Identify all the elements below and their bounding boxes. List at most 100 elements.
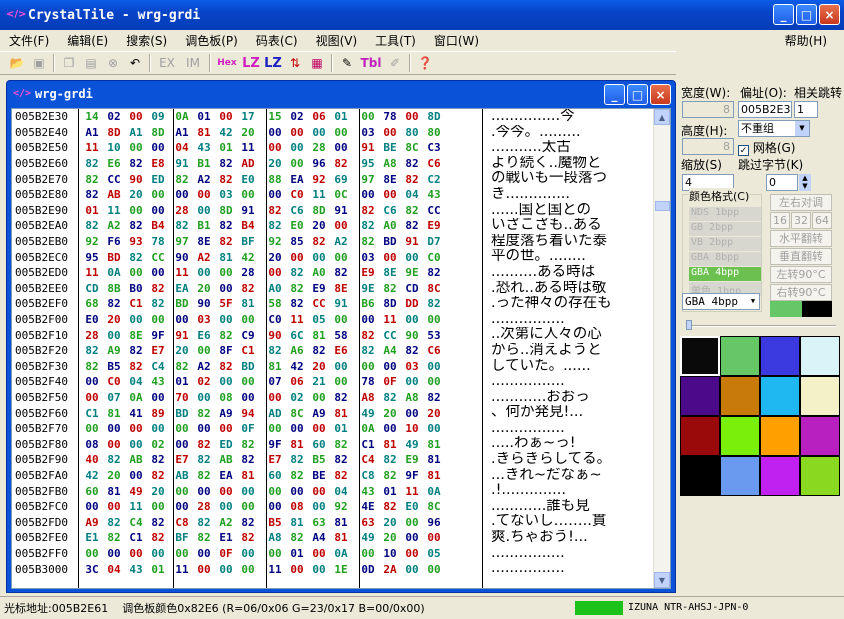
minimize-button[interactable]: _ [773,4,794,25]
hex-byte[interactable]: 00 [401,531,423,544]
hex-byte[interactable]: AD [237,157,259,170]
hex-byte[interactable]: 00 [193,422,215,435]
scroll-thumb[interactable] [655,201,670,211]
hex-byte[interactable]: C9 [237,329,259,342]
hex-byte[interactable]: C1 [81,407,103,420]
hex-byte[interactable]: 0A [171,110,193,123]
hex-byte[interactable]: C8 [171,516,193,529]
hex-byte[interactable]: C1 [357,438,379,451]
hex-byte[interactable]: 82 [264,219,286,232]
hex-byte[interactable]: 82 [193,438,215,451]
hex-byte[interactable]: 82 [147,297,169,310]
hex-byte[interactable]: 00 [264,188,286,201]
hex-byte[interactable]: 00 [125,313,147,326]
hex-byte[interactable]: 00 [125,422,147,435]
hex-byte[interactable]: 00 [215,266,237,279]
hex-byte[interactable]: 20 [308,219,330,232]
hex-byte[interactable]: 00 [103,329,125,342]
hex-byte[interactable]: 82 [147,453,169,466]
hex-byte[interactable]: 0C [330,188,352,201]
hex-byte[interactable]: 82 [215,235,237,248]
hex-byte[interactable]: A2 [193,173,215,186]
paste-icon[interactable]: ▤ [80,53,102,73]
hex-byte[interactable]: 15 [264,110,286,123]
hex-byte[interactable]: 41 [125,407,147,420]
hex-byte[interactable]: 00 [308,422,330,435]
hex-byte[interactable]: 03 [215,188,237,201]
hex-byte[interactable]: 01 [147,563,169,576]
hex-byte[interactable]: 82 [357,219,379,232]
hex-byte[interactable]: 00 [147,266,169,279]
hex-byte[interactable]: 00 [330,375,352,388]
hex-byte[interactable]: 82 [103,453,125,466]
hex-byte[interactable]: 00 [147,188,169,201]
hex-byte[interactable]: 78 [357,375,379,388]
hex-byte[interactable]: 09 [147,110,169,123]
hex-byte[interactable]: 82 [103,297,125,310]
hex-byte[interactable]: 00 [147,141,169,154]
hex-byte[interactable]: 5F [215,297,237,310]
hex-byte[interactable]: 82 [147,531,169,544]
hex-byte[interactable]: BD [103,251,125,264]
hex-byte[interactable]: 28 [171,204,193,217]
hex-byte[interactable]: 82 [401,157,423,170]
hex-byte[interactable]: A6 [286,344,308,357]
hex-byte[interactable]: 03 [357,126,379,139]
palette-swatch[interactable] [720,376,760,416]
hex-byte[interactable]: 60 [81,485,103,498]
hex-byte[interactable]: D7 [423,235,445,248]
palette-grid[interactable] [680,336,840,496]
hex-byte[interactable]: 82 [330,469,352,482]
hex-byte[interactable]: 82 [330,157,352,170]
hex-byte[interactable]: 00 [125,204,147,217]
vertical-scrollbar[interactable]: ▲ ▼ [653,109,670,588]
hex-byte[interactable]: 00 [215,422,237,435]
hex-byte[interactable]: C6 [423,344,445,357]
hex-byte[interactable]: 08 [81,438,103,451]
hex-byte[interactable]: 11 [171,563,193,576]
menu-edit[interactable]: 编辑(E) [58,32,117,49]
hex-byte[interactable]: 08 [286,500,308,513]
format-option-gb-2bpp[interactable]: GB 2bpp [689,222,761,236]
hex-byte[interactable]: 78 [147,235,169,248]
rotate-left-button[interactable]: 左转90°C [770,266,832,283]
hex-byte[interactable]: C4 [147,360,169,373]
hex-byte[interactable]: 04 [171,141,193,154]
hex-byte[interactable]: 82 [308,344,330,357]
hex-byte[interactable]: 81 [286,516,308,529]
hex-byte[interactable]: 00 [193,563,215,576]
hex-byte[interactable]: 00 [215,282,237,295]
format-option-vb-2bpp[interactable]: VB 2bpp [689,237,761,251]
hex-byte[interactable]: C6 [286,204,308,217]
hex-byte[interactable]: 00 [401,516,423,529]
hex-byte[interactable]: C6 [423,157,445,170]
pen-icon[interactable]: ✐ [384,53,406,73]
hex-byte[interactable]: 20 [264,157,286,170]
hex-byte[interactable]: 00 [308,500,330,513]
hex-byte[interactable]: 20 [147,485,169,498]
palette-swatch[interactable] [760,376,800,416]
hex-byte[interactable]: 00 [193,266,215,279]
hex-byte[interactable]: 11 [308,188,330,201]
hex-byte[interactable]: 81 [103,485,125,498]
hex-byte[interactable]: B4 [237,219,259,232]
hex-byte[interactable]: 42 [215,126,237,139]
hex-byte[interactable]: 0A [330,547,352,560]
palette-swatch[interactable] [760,416,800,456]
hex-byte[interactable]: 00 [423,531,445,544]
hex-byte[interactable]: 11 [171,266,193,279]
hex-byte[interactable]: 82 [286,282,308,295]
menu-view[interactable]: 视图(V) [307,32,367,49]
hex-byte[interactable]: 00 [193,485,215,498]
hex-byte[interactable]: C0 [103,375,125,388]
hex-byte[interactable]: A8 [379,157,401,170]
hex-byte[interactable]: 06 [308,110,330,123]
hex-byte[interactable]: 82 [147,469,169,482]
hex-byte[interactable]: A2 [193,251,215,264]
hex-byte[interactable]: 8E [379,266,401,279]
hex-byte[interactable]: EA [215,469,237,482]
height-field[interactable]: 8 [682,138,734,155]
hex-byte[interactable]: 82 [215,329,237,342]
hex-byte[interactable]: 00 [171,438,193,451]
hex-byte[interactable]: 82 [125,344,147,357]
